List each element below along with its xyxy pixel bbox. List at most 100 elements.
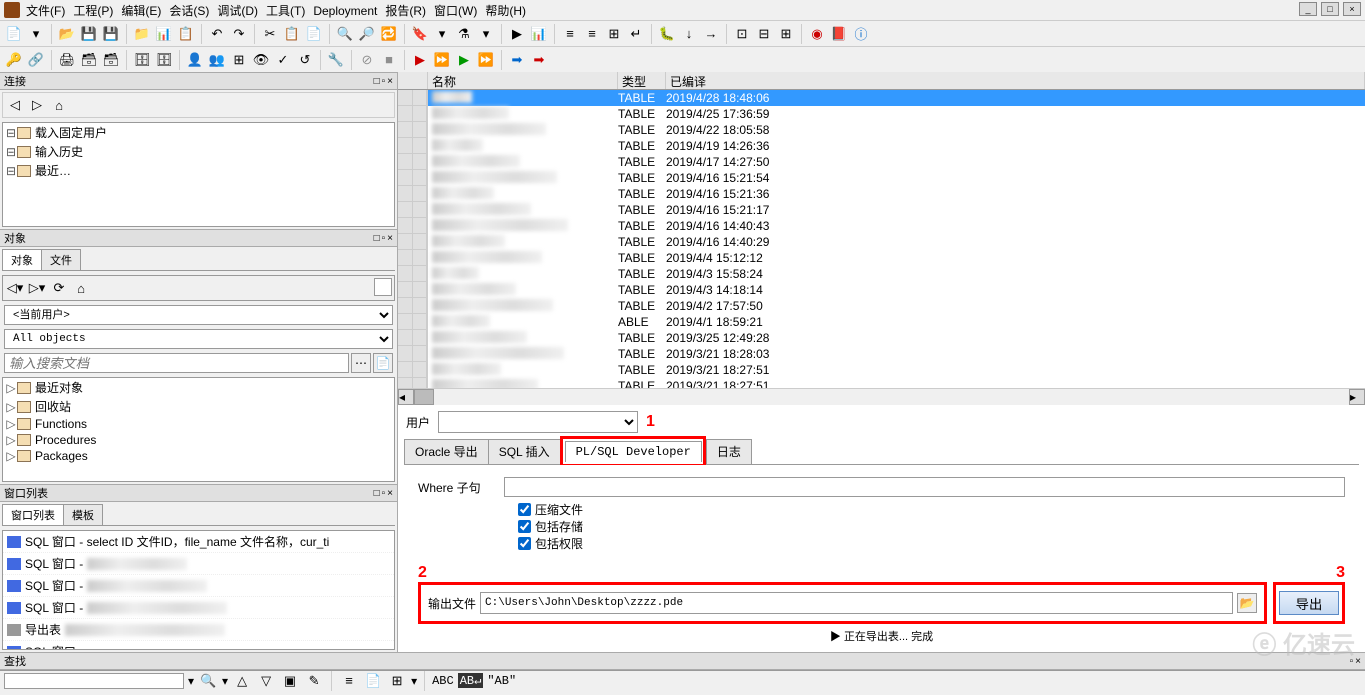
- col-compiled[interactable]: 已编译: [666, 72, 1365, 89]
- wrap-icon[interactable]: ↵: [626, 24, 646, 44]
- browse-icon[interactable]: 📂: [1237, 593, 1257, 613]
- table-row[interactable]: TABLE2019/3/21 18:28:03: [398, 346, 1365, 362]
- tile-v-icon[interactable]: ⊞: [776, 24, 796, 44]
- window-item[interactable]: SQL 窗口 -: [3, 597, 394, 619]
- fwd-icon[interactable]: ▷: [27, 95, 47, 115]
- go1-icon[interactable]: ▶: [454, 50, 474, 70]
- user2-icon[interactable]: 👥: [207, 50, 227, 70]
- replace-icon[interactable]: 🔁: [379, 24, 399, 44]
- export-button[interactable]: 导出: [1279, 591, 1339, 615]
- tree-item[interactable]: ▷Functions: [3, 416, 394, 432]
- menu-item[interactable]: 帮助(H): [485, 4, 526, 18]
- home2-icon[interactable]: ⌂: [71, 278, 91, 298]
- menu-item[interactable]: 工程(P): [73, 4, 113, 18]
- tree-item[interactable]: ⊟载入固定用户: [3, 123, 394, 142]
- user-select[interactable]: [438, 411, 638, 433]
- chk-storage[interactable]: [518, 520, 531, 533]
- db1-icon[interactable]: 🗃: [79, 50, 99, 70]
- highlight-icon[interactable]: ▣: [280, 671, 300, 691]
- table-grid[interactable]: TABLE2019/4/28 18:48:06TABLE2019/4/25 17…: [398, 90, 1365, 388]
- col-name[interactable]: 名称: [428, 72, 618, 89]
- table-row[interactable]: TABLE2019/3/21 18:27:51: [398, 378, 1365, 388]
- refresh-icon[interactable]: ⟳: [49, 278, 69, 298]
- table-row[interactable]: TABLE2019/4/16 14:40:29: [398, 234, 1365, 250]
- table-row[interactable]: TABLE2019/4/16 14:40:43: [398, 218, 1365, 234]
- link-icon[interactable]: 🔗: [26, 50, 46, 70]
- chk-privs[interactable]: [518, 537, 531, 550]
- menu-item[interactable]: 工具(T): [266, 4, 305, 18]
- tree-item[interactable]: ▷Procedures: [3, 432, 394, 448]
- find-prev-icon[interactable]: △: [232, 671, 252, 691]
- bookmark-icon[interactable]: 🔖: [410, 24, 430, 44]
- window-item[interactable]: SQL 窗口 -: [3, 575, 394, 597]
- table-row[interactable]: TABLE2019/4/22 18:05:58: [398, 122, 1365, 138]
- find-next-icon[interactable]: ▽: [256, 671, 276, 691]
- tab-objects[interactable]: 对象: [2, 249, 42, 270]
- minimize-button[interactable]: _: [1299, 2, 1317, 16]
- menu-item[interactable]: 文件(F): [26, 4, 65, 18]
- min-icon[interactable]: ▫: [382, 76, 386, 87]
- edit-icon[interactable]: ✎: [304, 671, 324, 691]
- nav-back-icon[interactable]: ◁▾: [5, 278, 25, 298]
- close-button[interactable]: ×: [1343, 2, 1361, 16]
- menu-item[interactable]: Deployment: [313, 4, 377, 18]
- object-tree[interactable]: ▷最近对象▷回收站▷Functions▷Procedures▷Packages: [2, 377, 395, 482]
- execute-icon[interactable]: ▶: [507, 24, 527, 44]
- table-row[interactable]: TABLE2019/4/28 18:48:06: [398, 90, 1365, 106]
- connect-tree[interactable]: ⊟载入固定用户⊟输入历史⊟最近…: [2, 122, 395, 227]
- all-objects-select[interactable]: All objects: [4, 329, 393, 349]
- menu-item[interactable]: 窗口(W): [434, 4, 477, 18]
- table-icon[interactable]: ⊞: [229, 50, 249, 70]
- report-icon[interactable]: 📋: [176, 24, 196, 44]
- tile-h-icon[interactable]: ⊟: [754, 24, 774, 44]
- go2-icon[interactable]: ⏩: [476, 50, 496, 70]
- window-item[interactable]: 导出表: [3, 619, 394, 641]
- list-icon[interactable]: ≡: [339, 671, 359, 691]
- find-next-icon[interactable]: 🔎: [357, 24, 377, 44]
- print-icon[interactable]: 🖨: [57, 50, 77, 70]
- search-opt-icon[interactable]: ⋯: [351, 353, 371, 373]
- filter-icon[interactable]: ⚗: [454, 24, 474, 44]
- db2-icon[interactable]: 🗃: [101, 50, 121, 70]
- table-row[interactable]: TABLE2019/4/19 14:26:36: [398, 138, 1365, 154]
- step-icon[interactable]: ↓: [679, 24, 699, 44]
- view-icon[interactable]: 👁: [251, 50, 271, 70]
- folder-icon[interactable]: 📁: [132, 24, 152, 44]
- close-panel-icon[interactable]: ×: [387, 76, 393, 87]
- user1-icon[interactable]: 👤: [185, 50, 205, 70]
- tab-log[interactable]: 日志: [706, 439, 752, 464]
- run1-icon[interactable]: ▶: [410, 50, 430, 70]
- window-item[interactable]: SQL 窗口 -: [3, 641, 394, 650]
- window-list[interactable]: SQL 窗口 - select ID 文件ID，file_name 文件名称，c…: [2, 530, 395, 650]
- save-all-icon[interactable]: 💾: [101, 24, 121, 44]
- current-user-select[interactable]: <当前用户>: [4, 305, 393, 325]
- menu-item[interactable]: 会话(S): [169, 4, 209, 18]
- wrench-icon[interactable]: 🔧: [326, 50, 346, 70]
- find-binoculars-icon[interactable]: 🔍: [198, 671, 218, 691]
- table-row[interactable]: TABLE2019/4/16 15:21:17: [398, 202, 1365, 218]
- tab-winlist[interactable]: 窗口列表: [2, 504, 64, 525]
- menu-item[interactable]: 调试(D): [217, 4, 258, 18]
- info-icon[interactable]: ⓘ: [851, 24, 871, 44]
- save-icon[interactable]: 💾: [79, 24, 99, 44]
- tab-oracle-export[interactable]: Oracle 导出: [404, 439, 489, 464]
- ab-label[interactable]: AB↵: [458, 673, 484, 688]
- tree-item[interactable]: ⊟输入历史: [3, 142, 394, 161]
- home-icon[interactable]: ⌂: [49, 95, 69, 115]
- where-input[interactable]: [504, 477, 1345, 497]
- tree-item[interactable]: ▷最近对象: [3, 378, 394, 397]
- db3-icon[interactable]: 🗄: [132, 50, 152, 70]
- cut-icon[interactable]: ✂: [260, 24, 280, 44]
- window-item[interactable]: SQL 窗口 - select ID 文件ID，file_name 文件名称，c…: [3, 531, 394, 553]
- back-icon[interactable]: ◁: [5, 95, 25, 115]
- oracle-icon[interactable]: ◉: [807, 24, 827, 44]
- tab-files[interactable]: 文件: [41, 249, 81, 270]
- arrow1-icon[interactable]: ➡: [507, 50, 527, 70]
- arrow2-icon[interactable]: ➡: [529, 50, 549, 70]
- tab-templates[interactable]: 模板: [63, 504, 103, 525]
- opts-icon[interactable]: ⊞: [387, 671, 407, 691]
- search-input[interactable]: [4, 353, 349, 373]
- key-icon[interactable]: 🔑: [4, 50, 24, 70]
- sql-icon[interactable]: 📊: [154, 24, 174, 44]
- tree-item[interactable]: ▷回收站: [3, 397, 394, 416]
